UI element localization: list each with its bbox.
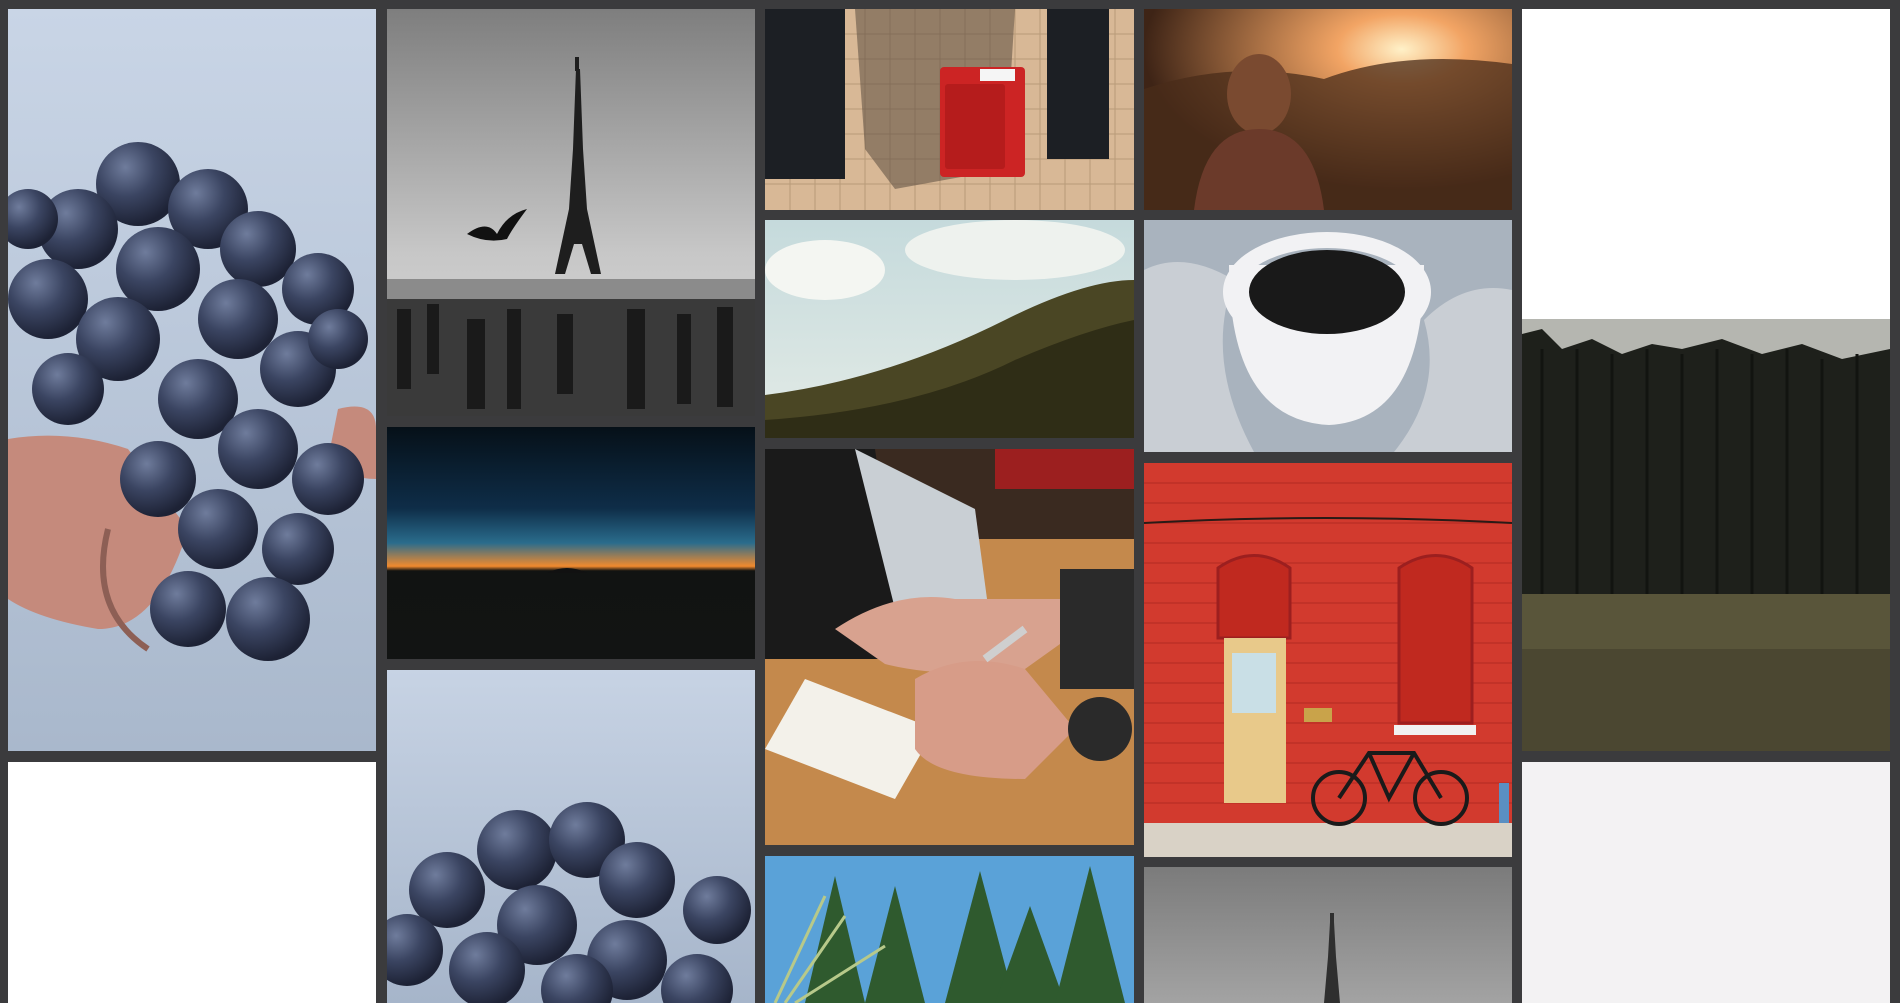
- eiffel-tower-photo: [387, 9, 755, 416]
- photo-tile-coffee[interactable]: [1144, 220, 1512, 452]
- eiffel-tower-photo: [1144, 867, 1512, 1003]
- dark-forest-photo: [1522, 9, 1890, 751]
- photo-tile-white[interactable]: [8, 762, 376, 1003]
- red-wall-photo: [1144, 463, 1512, 857]
- photo-tile-hillside[interactable]: [765, 220, 1134, 438]
- grapes-photo: [8, 9, 376, 751]
- grapes-photo: [387, 670, 755, 1003]
- pine-trees-photo: [765, 856, 1134, 1003]
- photo-tile-pale-grey[interactable]: [1522, 762, 1890, 1003]
- photo-tile-grapes[interactable]: [8, 9, 376, 751]
- photo-tile-sunset-woman[interactable]: [1144, 9, 1512, 210]
- photo-tile-sunset-horizon[interactable]: [387, 427, 755, 659]
- writing-notebook-photo: [765, 449, 1134, 845]
- coffee-cup-photo: [1144, 220, 1512, 452]
- photo-tile-red-wall-bicycle[interactable]: [1144, 463, 1512, 857]
- photo-tile-eiffel-grey[interactable]: [1144, 867, 1512, 1003]
- photo-gallery: [0, 0, 1900, 1003]
- photo-tile-grapes-2[interactable]: [387, 670, 755, 1003]
- photo-tile-writing[interactable]: [765, 449, 1134, 845]
- sunset-horizon-photo: [387, 427, 755, 659]
- alarm-box-photo: [765, 9, 1134, 210]
- photo-tile-dark-forest[interactable]: [1522, 9, 1890, 751]
- photo-tile-eiffel-bw[interactable]: [387, 9, 755, 416]
- photo-tile-alarm-box[interactable]: [765, 9, 1134, 210]
- sunset-woman-photo: [1144, 9, 1512, 210]
- hillside-photo: [765, 220, 1134, 438]
- photo-tile-pine-trees[interactable]: [765, 856, 1134, 1003]
